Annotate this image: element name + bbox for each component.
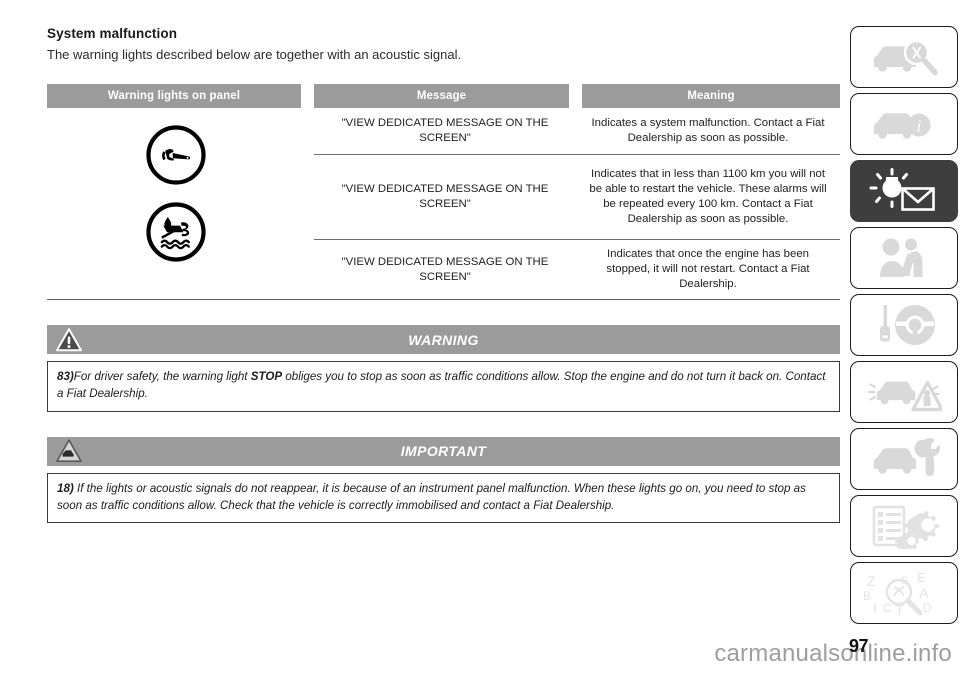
table-header-row: Warning lights on panel Message Meaning bbox=[47, 84, 840, 108]
important-callout: IMPORTANT 18) If the lights or acoustic … bbox=[47, 436, 840, 524]
key-steering-wheel-icon bbox=[869, 302, 939, 348]
warning-light-message-icon bbox=[866, 168, 942, 214]
table-rows: "VIEW DEDICATED MESSAGE ON THE SCREEN" I… bbox=[314, 108, 840, 299]
svg-text:Z: Z bbox=[867, 573, 876, 589]
important-note-number: 18) bbox=[57, 481, 74, 495]
sidebar-item-technical-specifications[interactable] bbox=[850, 495, 958, 557]
cell-meaning: Indicates a system malfunction. Contact … bbox=[591, 116, 825, 144]
sidebar-item-safety[interactable] bbox=[850, 227, 958, 289]
table-header-warning-lights: Warning lights on panel bbox=[47, 84, 301, 108]
icon-stack bbox=[37, 124, 314, 268]
cell-meaning: Indicates that in less than 1100 km you … bbox=[589, 167, 827, 226]
section-intro: The warning lights described below are t… bbox=[47, 47, 462, 62]
table-header-message: Message bbox=[314, 84, 569, 108]
svg-text:E: E bbox=[917, 570, 926, 585]
page-number: 97 bbox=[849, 636, 869, 656]
important-note-text: If the lights or acoustic signals do not… bbox=[57, 481, 806, 512]
warning-note-number: 83) bbox=[57, 370, 74, 384]
airbag-seatbelt-icon bbox=[871, 235, 937, 281]
header-gap bbox=[569, 84, 582, 108]
warning-banner: WARNING bbox=[47, 325, 840, 355]
sidebar-item-getting-to-know-your-vehicle[interactable]: i bbox=[850, 93, 958, 155]
manual-page: System malfunction The warning lights de… bbox=[0, 0, 960, 678]
warning-lights-icon-column bbox=[47, 108, 314, 299]
breakdown-warning-triangle-icon bbox=[866, 369, 942, 415]
cell-message: "VIEW DEDICATED MESSAGE ON THE SCREEN" bbox=[341, 182, 549, 210]
sidebar-item-starting-and-driving[interactable] bbox=[850, 294, 958, 356]
table-header-meaning: Meaning bbox=[582, 84, 840, 108]
svg-text:C: C bbox=[883, 601, 892, 615]
svg-text:i: i bbox=[917, 117, 922, 136]
warning-lights-table: Warning lights on panel Message Meaning bbox=[47, 84, 840, 301]
sidebar-item-maintenance-and-care[interactable] bbox=[850, 428, 958, 490]
svg-text:B: B bbox=[863, 589, 871, 603]
important-note: 18) If the lights or acoustic signals do… bbox=[47, 472, 840, 524]
svg-text:D: D bbox=[923, 601, 932, 615]
cell-message: "VIEW DEDICATED MESSAGE ON THE SCREEN" bbox=[341, 116, 549, 144]
page-title: System malfunction bbox=[47, 26, 178, 41]
sidebar-item-in-an-emergency[interactable] bbox=[850, 361, 958, 423]
svg-text:I: I bbox=[873, 600, 877, 616]
car-wrench-icon bbox=[866, 436, 942, 482]
watermark: carmanualsonline.info bbox=[714, 640, 952, 667]
specifications-gears-icon bbox=[868, 503, 940, 549]
svg-text:A: A bbox=[919, 585, 929, 601]
warning-banner-label: WARNING bbox=[408, 331, 479, 348]
sidebar-item-alphabetical-index[interactable]: Z B I C T S E A D bbox=[850, 562, 958, 624]
header-gap bbox=[301, 84, 314, 108]
chapter-tab-sidebar: i Z B I C T S E A D bbox=[850, 26, 958, 624]
wrench-warning-light-icon bbox=[145, 124, 207, 191]
warning-callout: WARNING 83)For driver safety, the warnin… bbox=[47, 325, 840, 412]
water-in-fuel-filter-warning-light-icon bbox=[145, 201, 207, 268]
important-banner: IMPORTANT bbox=[47, 436, 840, 466]
cell-message: "VIEW DEDICATED MESSAGE ON THE SCREEN" bbox=[341, 255, 549, 283]
sidebar-item-warning-lights-and-messages[interactable] bbox=[850, 160, 958, 222]
cell-meaning: Indicates that once the engine has been … bbox=[606, 248, 810, 291]
warning-note-text-1: For driver safety, the warning light bbox=[73, 370, 251, 384]
table-row: "VIEW DEDICATED MESSAGE ON THE SCREEN" I… bbox=[314, 108, 840, 154]
page-content: System malfunction The warning lights de… bbox=[47, 26, 840, 524]
warning-note-strong: STOP bbox=[250, 370, 283, 384]
car-info-icon: i bbox=[866, 101, 942, 147]
sidebar-item-dashboard-and-controls[interactable] bbox=[850, 26, 958, 88]
warning-note: 83)For driver safety, the warning light … bbox=[47, 361, 840, 412]
table-row: "VIEW DEDICATED MESSAGE ON THE SCREEN" I… bbox=[314, 154, 840, 239]
warning-triangle-icon bbox=[53, 326, 85, 354]
car-inspection-icon bbox=[866, 34, 942, 80]
important-banner-label: IMPORTANT bbox=[400, 443, 487, 460]
alphabetical-index-icon: Z B I C T S E A D bbox=[861, 570, 947, 616]
table-body: "VIEW DEDICATED MESSAGE ON THE SCREEN" I… bbox=[47, 108, 840, 301]
table-row: "VIEW DEDICATED MESSAGE ON THE SCREEN" I… bbox=[314, 239, 840, 299]
important-car-triangle-icon bbox=[53, 437, 85, 465]
